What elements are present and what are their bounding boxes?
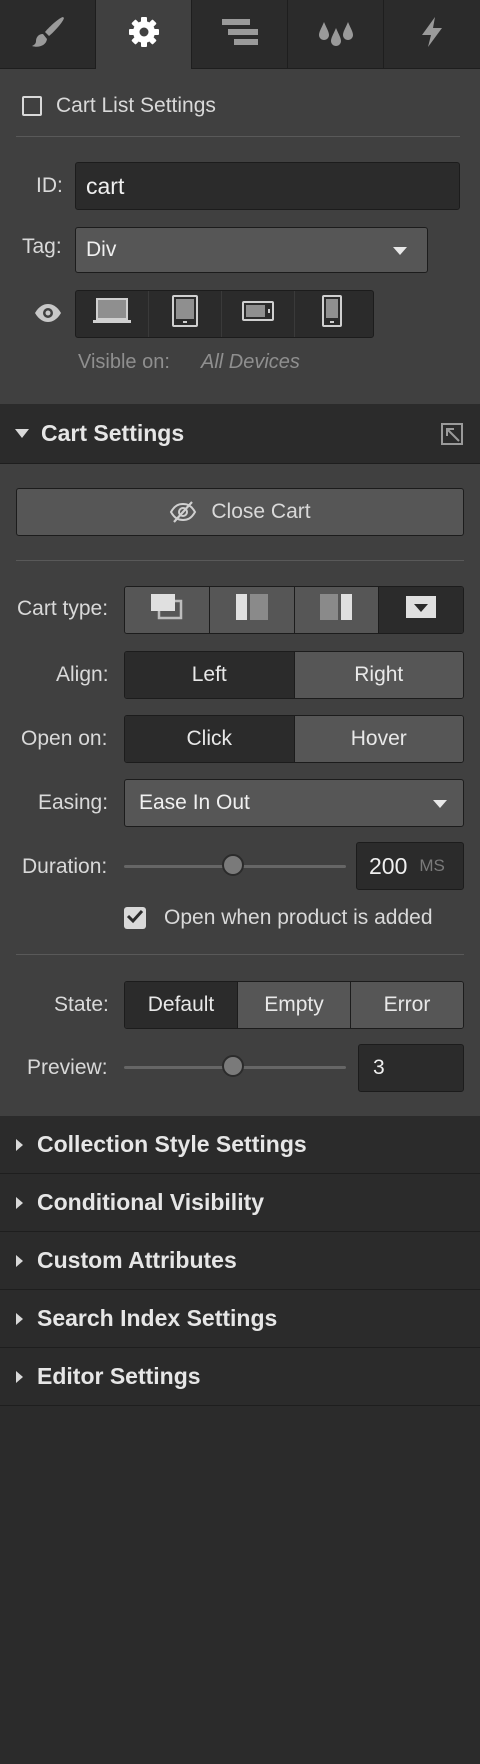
section-custom-attributes[interactable]: Custom Attributes bbox=[0, 1232, 480, 1290]
section-title: Conditional Visibility bbox=[37, 1189, 265, 1215]
open-on-click-button[interactable]: Click bbox=[125, 716, 295, 762]
align-group: Left Right bbox=[124, 651, 464, 699]
device-mobile-portrait-button[interactable] bbox=[295, 291, 368, 337]
paintbrush-icon bbox=[30, 15, 66, 55]
visible-on-value: All Devices bbox=[201, 351, 300, 373]
cart-type-group bbox=[124, 586, 464, 634]
id-input[interactable]: cart bbox=[75, 162, 460, 210]
easing-label: Easing: bbox=[38, 791, 109, 814]
chevron-down-icon bbox=[393, 247, 407, 255]
align-label: Align: bbox=[56, 663, 109, 686]
tab-style[interactable] bbox=[0, 0, 96, 69]
state-empty-button[interactable]: Empty bbox=[238, 982, 351, 1028]
section-title: Collection Style Settings bbox=[37, 1131, 307, 1157]
panel-tabs bbox=[0, 0, 480, 70]
lightning-icon bbox=[418, 15, 446, 55]
open-on-hover-button[interactable]: Hover bbox=[294, 716, 463, 762]
state-group: Default Empty Error bbox=[124, 981, 464, 1029]
expand-icon[interactable] bbox=[440, 422, 464, 452]
section-title: Custom Attributes bbox=[37, 1247, 237, 1273]
duration-unit: MS bbox=[419, 856, 445, 875]
device-visibility-group bbox=[75, 290, 374, 338]
device-mobile-landscape-button[interactable] bbox=[222, 291, 295, 337]
triangle-down-icon bbox=[15, 429, 29, 438]
cart-settings-header[interactable]: Cart Settings bbox=[0, 404, 480, 464]
eye-slash-icon bbox=[169, 500, 197, 524]
tab-settings[interactable] bbox=[96, 0, 192, 70]
open-on-group: Click Hover bbox=[124, 715, 464, 763]
open-on-label: Open on: bbox=[21, 727, 108, 750]
cart-list-settings-label: Cart List Settings bbox=[56, 94, 216, 117]
duration-input[interactable]: 200 MS bbox=[356, 842, 464, 890]
triangle-right-icon bbox=[16, 1138, 23, 1151]
divider bbox=[16, 560, 464, 561]
layers-icon bbox=[220, 17, 260, 53]
state-error-button[interactable]: Error bbox=[351, 982, 463, 1028]
gear-icon bbox=[127, 15, 161, 55]
cart-type-modal-button[interactable] bbox=[125, 587, 210, 633]
tab-navigator[interactable] bbox=[192, 0, 288, 69]
section-search-index-settings[interactable]: Search Index Settings bbox=[0, 1290, 480, 1348]
visible-on-label: Visible on: bbox=[78, 351, 170, 373]
easing-select[interactable]: Ease In Out bbox=[124, 779, 464, 827]
close-cart-label: Close Cart bbox=[211, 500, 311, 523]
triangle-right-icon bbox=[16, 1312, 23, 1325]
id-input-value: cart bbox=[86, 172, 125, 199]
state-label: State: bbox=[54, 993, 109, 1016]
tab-swatches[interactable] bbox=[288, 0, 384, 69]
mobile-portrait-icon bbox=[320, 294, 344, 334]
open-when-added-label: Open when product is added bbox=[164, 906, 433, 929]
cart-type-dropdown-button[interactable] bbox=[379, 587, 463, 633]
divider bbox=[16, 954, 464, 955]
section-conditional-visibility[interactable]: Conditional Visibility bbox=[0, 1174, 480, 1232]
open-when-added-checkbox[interactable] bbox=[124, 907, 146, 929]
dropdown-icon bbox=[404, 593, 438, 627]
tab-interactions[interactable] bbox=[384, 0, 480, 69]
tag-label: Tag: bbox=[22, 235, 62, 258]
tablet-icon bbox=[170, 294, 200, 334]
section-collection-style-settings[interactable]: Collection Style Settings bbox=[0, 1116, 480, 1174]
duration-value: 200 bbox=[369, 852, 408, 879]
cart-settings-title: Cart Settings bbox=[41, 420, 185, 446]
preview-value: 3 bbox=[373, 1056, 385, 1079]
mobile-landscape-icon bbox=[241, 299, 275, 329]
preview-label: Preview: bbox=[27, 1056, 108, 1079]
divider bbox=[16, 136, 460, 137]
duration-slider-thumb[interactable] bbox=[222, 854, 244, 876]
cart-list-settings-checkbox[interactable] bbox=[22, 96, 42, 116]
section-editor-settings[interactable]: Editor Settings bbox=[0, 1348, 480, 1406]
close-cart-button[interactable]: Close Cart bbox=[16, 488, 464, 536]
align-left-button[interactable]: Left bbox=[125, 652, 295, 698]
triangle-right-icon bbox=[16, 1370, 23, 1383]
device-desktop-button[interactable] bbox=[76, 291, 149, 337]
checkmark-icon bbox=[126, 906, 144, 930]
triangle-right-icon bbox=[16, 1196, 23, 1209]
duration-label: Duration: bbox=[22, 855, 108, 878]
triangle-right-icon bbox=[16, 1254, 23, 1267]
state-default-button[interactable]: Default bbox=[125, 982, 238, 1028]
preview-slider-thumb[interactable] bbox=[222, 1055, 244, 1077]
left-sidebar-icon bbox=[234, 593, 270, 627]
modal-icon bbox=[149, 592, 185, 628]
droplets-icon bbox=[316, 16, 356, 54]
device-tablet-button[interactable] bbox=[149, 291, 222, 337]
chevron-down-icon bbox=[433, 800, 447, 808]
section-title: Editor Settings bbox=[37, 1363, 201, 1389]
align-right-button[interactable]: Right bbox=[294, 652, 463, 698]
easing-select-value: Ease In Out bbox=[139, 791, 250, 814]
tag-select[interactable]: Div bbox=[75, 227, 428, 273]
cart-type-right-sidebar-button[interactable] bbox=[294, 587, 380, 633]
cart-type-left-sidebar-button[interactable] bbox=[209, 587, 295, 633]
id-label: ID: bbox=[36, 174, 63, 197]
cart-type-label: Cart type: bbox=[17, 597, 109, 620]
desktop-icon bbox=[92, 296, 132, 332]
section-title: Search Index Settings bbox=[37, 1305, 278, 1331]
eye-icon[interactable] bbox=[34, 303, 62, 329]
preview-input[interactable]: 3 bbox=[358, 1044, 464, 1092]
right-sidebar-icon bbox=[318, 593, 354, 627]
tag-select-value: Div bbox=[86, 238, 117, 261]
